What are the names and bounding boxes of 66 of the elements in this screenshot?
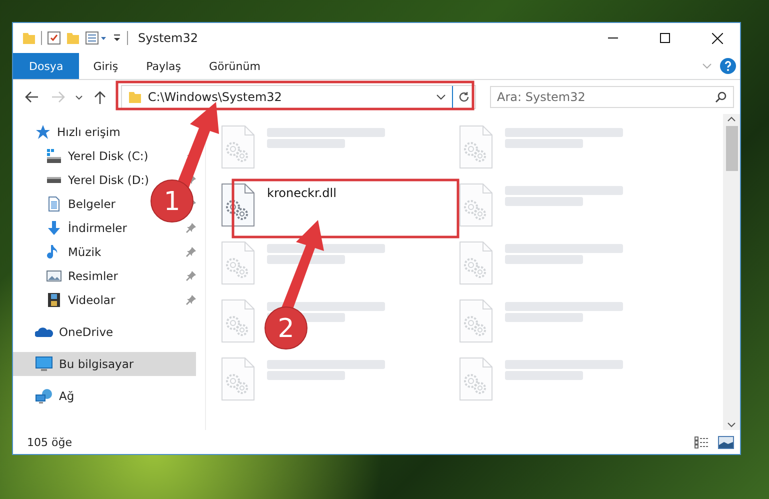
dll-file-icon (221, 357, 255, 401)
ribbon-tab[interactable]: Paylaş (132, 53, 195, 79)
nav-item[interactable]: Belgeler (13, 192, 122, 216)
dll-file-icon (459, 183, 493, 227)
address-bar[interactable]: C:\Windows\System32 (120, 85, 476, 109)
scroll-up-icon[interactable] (727, 116, 736, 122)
dll-file-icon (459, 357, 493, 401)
nav-item[interactable]: Videolar (13, 288, 122, 312)
forward-arrow-icon (50, 91, 65, 103)
dll-file-icon (221, 125, 255, 169)
film-strip-icon (46, 292, 62, 308)
search-icon (715, 91, 728, 103)
step-badge (150, 180, 194, 222)
dll-file-icon (459, 299, 493, 343)
back-arrow-icon (24, 91, 39, 103)
scrollbar[interactable] (723, 114, 740, 430)
refresh-icon (458, 91, 470, 103)
ribbon-tab[interactable]: Giriş (79, 53, 132, 79)
maximize-icon (660, 33, 670, 43)
close-icon (712, 32, 722, 44)
nav-item[interactable]: Bu bilgisayar (13, 352, 196, 376)
properties-icon[interactable] (47, 31, 61, 45)
scroll-down-icon[interactable] (727, 422, 736, 428)
customize-dropdown-icon[interactable] (112, 33, 122, 43)
nav-item[interactable]: İndirmeler (13, 216, 133, 240)
chevron-down-icon (74, 94, 83, 100)
up-arrow-icon (94, 90, 106, 104)
view-options-icon[interactable] (85, 31, 107, 45)
nav-item[interactable]: Hızlı erişim (13, 120, 126, 144)
nav-item[interactable]: Ağ (13, 384, 80, 408)
document-icon (46, 196, 62, 212)
details-view-icon[interactable] (694, 436, 710, 448)
computer-icon (35, 356, 53, 372)
help-icon[interactable] (720, 58, 736, 74)
download-icon (46, 220, 62, 236)
drive-icon (46, 148, 62, 164)
item-count: 105 öğe (27, 436, 73, 448)
file-name[interactable]: kroneckr.dll (267, 186, 336, 200)
step-number: 1 (164, 187, 180, 217)
drive-icon (47, 177, 61, 183)
star-icon (35, 124, 51, 140)
dll-file-icon (221, 299, 255, 343)
large-icons-view-icon[interactable] (718, 436, 734, 448)
picture-icon (46, 268, 62, 284)
ribbon-tab[interactable]: Görünüm (195, 53, 274, 79)
nav-item[interactable]: Resimler (13, 264, 124, 288)
dll-file-icon (459, 125, 493, 169)
step-number: 2 (278, 314, 294, 344)
address-path: C:\Windows\System32 (148, 90, 283, 104)
search-field[interactable]: Ara: System32 (490, 86, 734, 108)
step-badge (264, 306, 308, 350)
nav-item[interactable]: Yerel Disk (D:) (13, 168, 156, 192)
network-icon (35, 388, 53, 404)
nav-item[interactable]: OneDrive (13, 320, 120, 344)
dll-file-icon (459, 241, 493, 285)
scroll-thumb[interactable] (726, 126, 738, 171)
nav-item[interactable]: Yerel Disk (C:) (13, 144, 154, 168)
ribbon-tab[interactable]: Dosya (13, 53, 80, 79)
nav-item[interactable]: Müzik (13, 240, 108, 264)
chevron-down-icon[interactable] (436, 94, 446, 100)
cloud-icon (35, 326, 53, 338)
dll-file-icon (221, 241, 255, 285)
folder-icon (128, 90, 142, 104)
window-title: System32 (138, 31, 200, 45)
folder-icon (22, 31, 36, 45)
dll-file-icon (221, 183, 255, 227)
